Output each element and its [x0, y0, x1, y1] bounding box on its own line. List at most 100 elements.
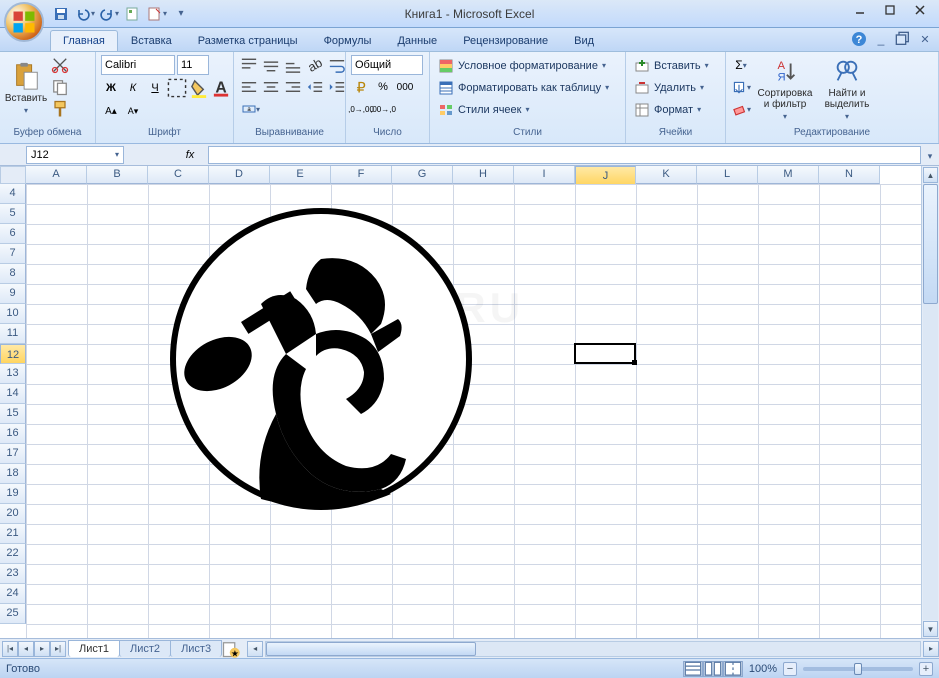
- row-header-20[interactable]: 20: [0, 504, 26, 524]
- save-icon[interactable]: [50, 3, 72, 25]
- wrap-text-icon[interactable]: [327, 55, 347, 75]
- close-workbook-icon[interactable]: ✕: [917, 31, 933, 47]
- zoom-in-icon[interactable]: +: [919, 662, 933, 676]
- expand-formula-bar-icon[interactable]: ▾: [921, 146, 939, 164]
- autosum-icon[interactable]: Σ▾: [731, 55, 751, 75]
- italic-button[interactable]: К: [123, 78, 143, 98]
- row-header-24[interactable]: 24: [0, 584, 26, 604]
- new-sheet-icon[interactable]: ★: [221, 641, 241, 657]
- sheet-tab-1[interactable]: Лист1: [68, 640, 120, 657]
- number-format-select[interactable]: [351, 55, 423, 75]
- increase-decimal-icon[interactable]: ,0→,00: [351, 99, 371, 119]
- align-top-icon[interactable]: [239, 55, 259, 75]
- embedded-picture[interactable]: [166, 204, 476, 519]
- tab-review[interactable]: Рецензирование: [450, 30, 561, 51]
- col-header-A[interactable]: A: [26, 166, 87, 184]
- col-header-N[interactable]: N: [819, 166, 880, 184]
- close-button[interactable]: [905, 0, 935, 20]
- format-painter-icon[interactable]: [50, 99, 70, 119]
- row-header-9[interactable]: 9: [0, 284, 26, 304]
- help-icon[interactable]: ?: [851, 31, 867, 47]
- undo-icon[interactable]: ▾: [74, 3, 96, 25]
- conditional-formatting-button[interactable]: Условное форматирование▾: [435, 55, 612, 76]
- align-middle-icon[interactable]: [261, 55, 281, 75]
- page-break-view-icon[interactable]: [723, 661, 743, 677]
- fill-color-icon[interactable]: [189, 78, 209, 98]
- delete-cells-button[interactable]: Удалить▾: [631, 77, 712, 98]
- zoom-out-icon[interactable]: −: [783, 662, 797, 676]
- row-header-21[interactable]: 21: [0, 524, 26, 544]
- format-as-table-button[interactable]: Форматировать как таблицу▾: [435, 77, 612, 98]
- qat-custom2-icon[interactable]: ▾: [146, 3, 168, 25]
- increase-indent-icon[interactable]: [327, 77, 347, 97]
- paste-button[interactable]: Вставить▾: [5, 55, 47, 121]
- cells-area[interactable]: SYSADMIN.RU: [26, 184, 921, 638]
- col-header-J[interactable]: J: [575, 166, 636, 186]
- row-headers[interactable]: 45678910111213141516171819202122232425: [0, 184, 26, 638]
- hscroll-right-icon[interactable]: ▸: [923, 641, 939, 657]
- tab-view[interactable]: Вид: [561, 30, 607, 51]
- vertical-scrollbar[interactable]: ▲ ▼: [921, 166, 939, 638]
- name-box[interactable]: J12▾: [26, 146, 124, 164]
- comma-format-icon[interactable]: 000: [395, 77, 415, 97]
- col-header-E[interactable]: E: [270, 166, 331, 184]
- col-header-F[interactable]: F: [331, 166, 392, 184]
- horizontal-scrollbar[interactable]: [265, 641, 921, 657]
- row-header-16[interactable]: 16: [0, 424, 26, 444]
- maximize-button[interactable]: [875, 0, 905, 20]
- decrease-decimal-icon[interactable]: ,00→,0: [373, 99, 393, 119]
- restore-window-icon[interactable]: [895, 31, 911, 47]
- hscroll-thumb[interactable]: [266, 642, 476, 656]
- copy-icon[interactable]: [50, 77, 70, 97]
- minimize-button[interactable]: [845, 0, 875, 20]
- border-icon[interactable]: [167, 78, 187, 98]
- merge-center-icon[interactable]: a▾: [239, 99, 263, 119]
- insert-cells-button[interactable]: Вставить▾: [631, 55, 712, 76]
- align-left-icon[interactable]: [239, 77, 259, 97]
- office-button[interactable]: [4, 2, 44, 42]
- zoom-slider[interactable]: [803, 667, 913, 671]
- decrease-indent-icon[interactable]: [305, 77, 325, 97]
- hscroll-left-icon[interactable]: ◂: [247, 641, 263, 657]
- row-header-13[interactable]: 13: [0, 364, 26, 384]
- row-header-17[interactable]: 17: [0, 444, 26, 464]
- grow-font-icon[interactable]: A▴: [101, 101, 121, 121]
- tab-insert[interactable]: Вставка: [118, 30, 185, 51]
- row-header-12[interactable]: 12: [0, 344, 26, 364]
- orientation-icon[interactable]: ab: [305, 55, 325, 75]
- scroll-down-icon[interactable]: ▼: [923, 621, 938, 637]
- minimize-ribbon-icon[interactable]: _: [873, 31, 889, 47]
- col-header-M[interactable]: M: [758, 166, 819, 184]
- col-header-L[interactable]: L: [697, 166, 758, 184]
- column-headers[interactable]: ABCDEFGHIJKLMN: [26, 166, 880, 184]
- last-sheet-icon[interactable]: ▸|: [50, 641, 66, 657]
- prev-sheet-icon[interactable]: ◂: [18, 641, 34, 657]
- normal-view-icon[interactable]: [683, 661, 703, 677]
- qat-custom1-icon[interactable]: [122, 3, 144, 25]
- bold-button[interactable]: Ж: [101, 78, 121, 98]
- scroll-up-icon[interactable]: ▲: [923, 167, 938, 183]
- row-header-7[interactable]: 7: [0, 244, 26, 264]
- align-right-icon[interactable]: [283, 77, 303, 97]
- cell-styles-button[interactable]: Стили ячеек▾: [435, 99, 612, 120]
- font-color-icon[interactable]: A: [211, 78, 231, 98]
- fx-icon[interactable]: fx: [180, 145, 200, 165]
- next-sheet-icon[interactable]: ▸: [34, 641, 50, 657]
- tab-page-layout[interactable]: Разметка страницы: [185, 30, 311, 51]
- fill-icon[interactable]: ▾: [731, 77, 751, 97]
- qat-customize-icon[interactable]: ▾: [170, 3, 192, 25]
- format-cells-button[interactable]: Формат▾: [631, 99, 712, 120]
- find-select-button[interactable]: Найти и выделить▾: [819, 55, 875, 121]
- align-center-icon[interactable]: [261, 77, 281, 97]
- cut-icon[interactable]: [50, 55, 70, 75]
- col-header-K[interactable]: K: [636, 166, 697, 184]
- font-size-select[interactable]: [177, 55, 209, 75]
- col-header-I[interactable]: I: [514, 166, 575, 184]
- row-header-18[interactable]: 18: [0, 464, 26, 484]
- row-header-15[interactable]: 15: [0, 404, 26, 424]
- vscroll-thumb[interactable]: [923, 184, 938, 304]
- row-header-10[interactable]: 10: [0, 304, 26, 324]
- zoom-slider-thumb[interactable]: [854, 663, 862, 675]
- row-header-22[interactable]: 22: [0, 544, 26, 564]
- col-header-B[interactable]: B: [87, 166, 148, 184]
